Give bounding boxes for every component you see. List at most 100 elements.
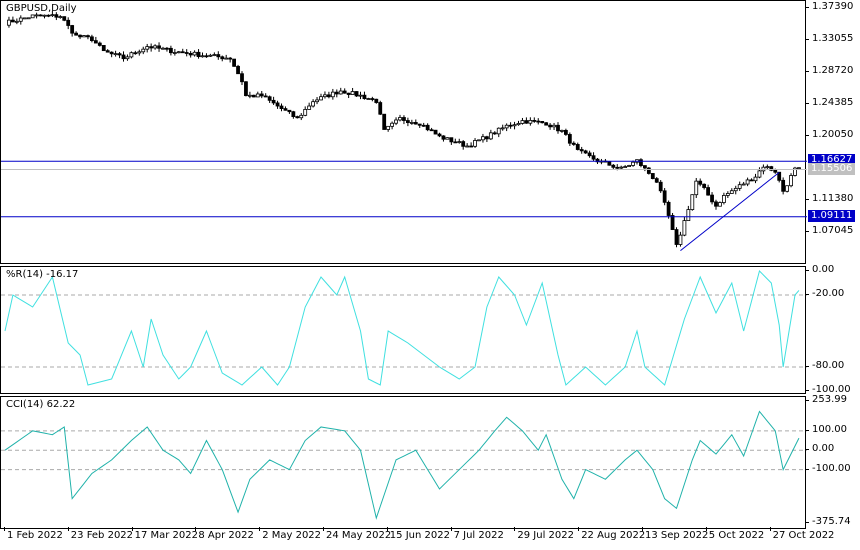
bear-candle [654,178,659,183]
bull-candle [785,185,789,192]
bear-candle [492,132,497,135]
axis-tick-label: 100.00 [812,423,847,435]
axis-tick-label: -80.00 [812,360,845,371]
price-axis-label: 1.20050 [804,128,854,140]
bear-candle [441,135,446,140]
price-panel[interactable]: GBPUSD,Daily [0,0,807,264]
williams-r-axis-label: -80.00 [804,360,845,371]
axis-tick-label: 1.07045 [812,224,854,236]
bear-candle [781,179,786,192]
bull-candle [457,141,462,143]
bull-candle [208,54,213,57]
bear-candle [354,91,359,97]
bull-candle [323,94,327,98]
date-text: 5 Oct 2022 [708,530,765,541]
bull-candle [409,122,414,124]
bear-candle [564,129,568,135]
date-axis-label: 15 Jun 2022 [386,527,450,541]
bull-candle [338,90,343,95]
date-axis-label: 22 Aug 2022 [578,527,645,541]
bull-candle [753,176,758,182]
date-axis-label: 1 Feb 2022 [4,527,63,541]
bear-candle [275,102,280,107]
date-axis-label: 13 Sep 2022 [642,527,708,541]
date-text: 23 Feb 2022 [70,530,134,541]
bull-candle [22,17,27,20]
bull-candle [512,124,517,127]
date-text: 7 Jul 2022 [453,530,504,541]
bull-candle [350,91,355,95]
axis-tick-label: 0.00 [812,264,835,275]
bull-candle [623,166,628,168]
bear-candle [117,53,122,56]
price-tag: 1.15506 [808,162,855,175]
bear-candle [62,16,67,21]
axis-tick-label: 1.20050 [812,128,854,140]
date-axis-label: 17 Mar 2022 [131,527,198,541]
bear-candle [702,183,707,188]
cci-panel[interactable]: CCI(14) 62.22 [0,396,807,529]
bear-candle [287,109,292,113]
date-axis-label: 29 Jul 2022 [514,527,574,541]
williams-r-panel[interactable]: %R(14) -16.17 [0,266,807,394]
bull-candle [741,183,746,186]
bear-candle [216,54,221,58]
williams-r-axis-label: 0.00 [804,264,835,275]
bull-candle [619,166,624,169]
bear-candle [378,102,383,115]
axis-tick-label: 1.11380 [812,192,854,204]
price-axis-label: 1.11380 [804,192,854,204]
bear-candle [453,141,458,144]
bull-candle [488,132,493,140]
bear-candle [382,113,387,130]
price-tag: 1.09111 [808,209,855,222]
bear-candle [228,57,233,60]
price-axis-label: 1.24385 [804,97,853,108]
bull-candle [224,57,229,60]
bear-candle [168,47,173,54]
bear-candle [54,14,59,18]
bear-candle [429,129,434,132]
bear-candle [508,124,513,127]
bear-candle [362,94,367,100]
date-text: 29 Jul 2022 [517,530,574,541]
bull-candle [366,98,371,100]
bear-candle [658,181,663,192]
bull-candle [307,105,312,110]
date-axis-label: 5 Oct 2022 [705,527,765,541]
bear-candle [706,187,710,196]
bear-candle [90,36,94,41]
bull-candle [445,137,450,140]
bull-candle [528,120,533,124]
bear-candle [611,164,616,168]
bull-candle [398,117,402,121]
bear-candle [346,92,351,95]
bull-candle [212,54,217,56]
axis-tick-label: -20.00 [812,288,845,299]
cci-axis-label: 0.00 [804,443,835,455]
bear-candle [646,167,651,174]
bear-candle [650,173,655,179]
axis-tick-label: 0.00 [812,443,835,455]
bear-candle [342,90,347,94]
cci-axis-label: -375.74 [805,516,851,527]
bull-candle [627,165,631,167]
bear-candle [607,161,612,166]
axis-tick-label: 1.33055 [812,32,854,44]
bull-candle [678,234,683,245]
bear-candle [698,180,703,185]
bear-candle [484,136,489,140]
axis-tick-label: 1.28720 [812,64,854,76]
bear-candle [204,55,209,58]
bear-candle [244,81,248,97]
bull-candle [42,14,47,17]
bull-candle [473,140,477,147]
bear-candle [105,50,110,53]
cci-axis-label: 253.99 [805,394,847,405]
bear-candle [536,120,541,123]
bear-candle [417,123,422,126]
bear-candle [291,111,296,117]
bull-candle [725,193,730,196]
bear-candle [532,120,537,122]
bear-candle [263,95,268,98]
